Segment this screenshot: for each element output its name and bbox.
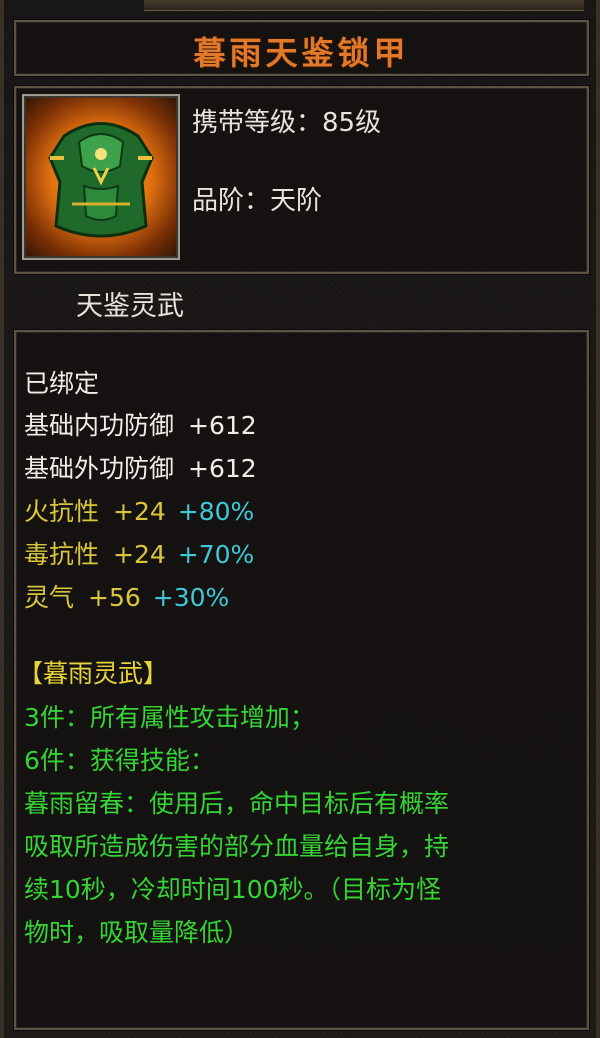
stat-label: 灵气 [24, 583, 75, 612]
skill-desc-line: 物时，吸取量降低） [24, 918, 250, 947]
skill-desc-line: 暮雨留春：使用后，命中目标后有概率 [24, 789, 450, 818]
title-bar: 暮雨天鉴锁甲 [14, 20, 589, 76]
stat-value: +612 [188, 411, 257, 440]
skill-desc-line: 续10秒，冷却时间100秒。（目标为怪 [24, 875, 442, 904]
stat-bonus: +80% [177, 497, 255, 526]
stat-label: 基础外功防御 [24, 454, 175, 483]
stat-value: +24 [113, 540, 166, 569]
stats-panel: 已绑定 基础内功防御 +612 基础外功防御 +612 火抗性 +24 +80% 毒抗性… [14, 330, 589, 1030]
stat-inner-defense: 基础内功防御 +612 [24, 406, 257, 442]
stat-outer-defense: 基础外功防御 +612 [24, 449, 257, 485]
set-name-row: 天鉴灵武 [14, 278, 589, 322]
stat-value: +56 [88, 583, 141, 612]
stat-value: +612 [188, 454, 257, 483]
stat-bonus: +30% [152, 583, 230, 612]
tooltip-frame: 暮雨天鉴锁甲 携带等级：85级 品阶：天阶 天鉴灵武 已绑定 基础内功防御 +61… [0, 0, 600, 1038]
set-name: 天鉴灵武 [76, 291, 184, 322]
info-panel: 携带等级：85级 品阶：天阶 [14, 86, 589, 274]
top-strip [144, 0, 584, 11]
stat-label: 毒抗性 [24, 540, 100, 569]
set-bonus-6: 6件：获得技能： [24, 746, 215, 775]
stat-fire-resistance: 火抗性 +24 +80% [24, 492, 254, 528]
set-bonus-title: 【暮雨灵武】 [18, 659, 169, 688]
item-grade: 品阶：天阶 [192, 186, 323, 216]
stat-bonus: +70% [177, 540, 255, 569]
bound-status: 已绑定 [24, 369, 100, 398]
set-bonus-3: 3件：所有属性攻击增加； [24, 703, 315, 732]
stat-label: 火抗性 [24, 497, 100, 526]
skill-desc-line: 吸取所造成伤害的部分血量给自身，持 [24, 832, 450, 861]
stat-spirit: 灵气 +56 +30% [24, 578, 229, 614]
stat-label: 基础内功防御 [24, 411, 175, 440]
item-name: 暮雨天鉴锁甲 [193, 34, 410, 72]
armor-icon [22, 94, 180, 260]
required-level: 携带等级：85级 [192, 108, 382, 138]
stat-poison-resistance: 毒抗性 +24 +70% [24, 535, 254, 571]
stat-value: +24 [113, 497, 166, 526]
